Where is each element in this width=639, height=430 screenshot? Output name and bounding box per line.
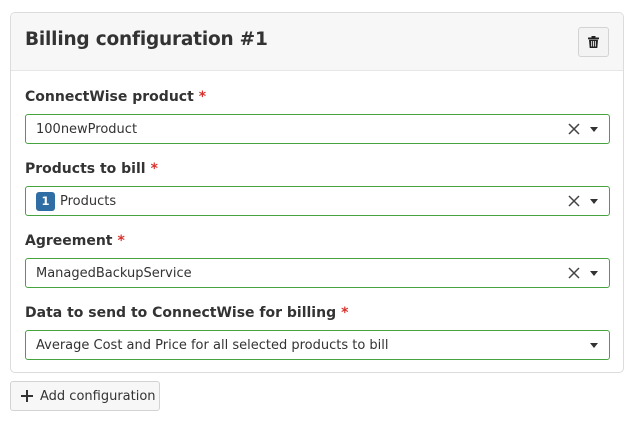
products-to-bill-select[interactable]: 1 Products	[25, 186, 610, 216]
select-value: ManagedBackupService	[36, 265, 192, 281]
required-marker: *	[341, 305, 349, 321]
trash-icon	[588, 36, 599, 48]
field-label-text: Products to bill	[25, 161, 146, 177]
chevron-down-icon[interactable]	[590, 271, 598, 276]
chevron-down-icon[interactable]	[590, 343, 598, 348]
chevron-down-icon[interactable]	[590, 127, 598, 132]
connectwise-product-label: ConnectWise product *	[25, 89, 206, 105]
select-value: Products	[60, 193, 117, 209]
selected-count-badge: 1	[36, 191, 55, 211]
agreement-label: Agreement *	[25, 233, 125, 249]
clear-icon[interactable]	[567, 266, 581, 280]
card-title: Billing configuration #1	[25, 29, 268, 50]
delete-configuration-button[interactable]	[578, 27, 609, 57]
plus-icon	[21, 390, 33, 402]
billing-configuration-card: Billing configuration #1 ConnectWise pro…	[10, 12, 624, 373]
field-label-text: Agreement	[25, 233, 113, 249]
clear-icon[interactable]	[567, 122, 581, 136]
select-value: 100newProduct	[36, 121, 138, 137]
required-marker: *	[150, 161, 158, 177]
clear-icon[interactable]	[567, 194, 581, 208]
billing-data-select[interactable]: Average Cost and Price for all selected …	[25, 330, 610, 360]
required-marker: *	[198, 89, 207, 105]
card-header: Billing configuration #1	[11, 13, 623, 71]
required-marker: *	[117, 233, 125, 249]
field-label-text: Data to send to ConnectWise for billing	[25, 305, 337, 321]
add-configuration-button[interactable]: Add configuration	[10, 381, 160, 411]
field-label-text: ConnectWise product	[25, 89, 194, 105]
products-to-bill-label: Products to bill *	[25, 161, 158, 177]
connectwise-product-select[interactable]: 100newProduct	[25, 114, 610, 144]
select-value: Average Cost and Price for all selected …	[36, 337, 389, 353]
agreement-select[interactable]: ManagedBackupService	[25, 258, 610, 288]
billing-data-label: Data to send to ConnectWise for billing …	[25, 305, 348, 321]
chevron-down-icon[interactable]	[590, 199, 598, 204]
add-configuration-label: Add configuration	[40, 388, 156, 404]
